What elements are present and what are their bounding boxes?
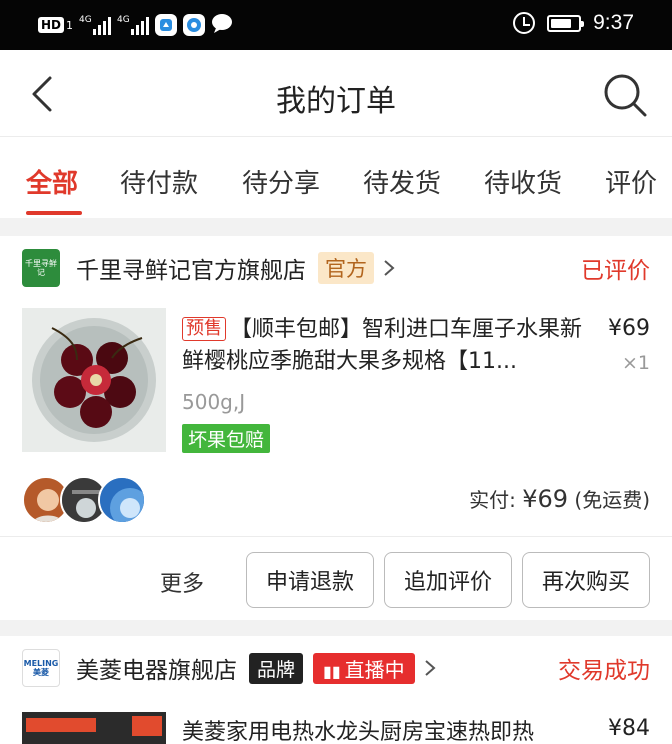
chat-bubble-icon <box>211 13 233 37</box>
shared-users[interactable] <box>22 476 162 524</box>
store-name[interactable]: 美菱电器旗舰店 <box>76 651 237 685</box>
paid-summary: 实付: ¥69 (免运费) <box>469 485 650 513</box>
avatar <box>98 476 146 524</box>
product-title[interactable]: 预售 【顺丰包邮】智利进口车厘子水果新鲜樱桃应季脆甜大果多规格【11... <box>182 314 582 378</box>
tab-review[interactable]: 评价 <box>605 163 657 200</box>
presale-badge: 预售 <box>182 317 226 341</box>
store-logo: 千里寻鲜记 <box>22 249 60 287</box>
chevron-right-icon[interactable] <box>423 658 437 678</box>
divider <box>0 536 672 537</box>
signal-icon: 4G <box>117 15 150 35</box>
tab-pending-receipt[interactable]: 待收货 <box>484 163 562 200</box>
product-price: ¥84 <box>608 716 650 741</box>
store-row[interactable]: 千里寻鲜记 千里寻鲜记官方旗舰店 官方 已评价 <box>22 248 650 288</box>
store-row[interactable]: MELING 美菱 美菱电器旗舰店 品牌 ▮▮ 直播中 交易成功 <box>22 648 650 688</box>
paid-amount: ¥69 <box>522 485 569 513</box>
hd-icon: HD <box>38 17 65 33</box>
browser-icon <box>183 14 206 36</box>
order-status: 交易成功 <box>558 658 650 684</box>
order-tabs: 全部 待付款 待分享 待发货 待收货 评价 <box>0 137 672 218</box>
tab-all[interactable]: 全部 <box>26 163 78 200</box>
add-review-button[interactable]: 追加评价 <box>384 552 512 608</box>
product-quantity: ×1 <box>621 352 650 374</box>
app-icon <box>155 14 178 36</box>
more-button[interactable]: 更多 <box>160 566 204 598</box>
order-status: 已评价 <box>581 258 650 284</box>
nav-header: 我的订单 <box>0 50 672 137</box>
chevron-right-icon[interactable] <box>382 258 396 278</box>
store-name[interactable]: 千里寻鲜记官方旗舰店 <box>76 251 306 285</box>
search-icon[interactable] <box>602 72 648 118</box>
signal-icon: 4G <box>79 15 112 35</box>
store-logo: MELING 美菱 <box>22 649 60 687</box>
page-title: 我的订单 <box>276 84 396 119</box>
tab-pending-shipment[interactable]: 待发货 <box>363 163 441 200</box>
tab-pending-payment[interactable]: 待付款 <box>120 163 198 200</box>
buy-again-button[interactable]: 再次购买 <box>522 552 650 608</box>
refund-button[interactable]: 申请退款 <box>246 552 374 608</box>
live-tag[interactable]: ▮▮ 直播中 <box>313 652 415 684</box>
brand-tag: 品牌 <box>249 652 304 684</box>
clock: 9:37 <box>593 11 634 34</box>
product-image[interactable] <box>22 308 166 452</box>
alarm-icon <box>513 12 536 34</box>
battery-icon <box>547 14 585 32</box>
order-card[interactable]: 千里寻鲜记 千里寻鲜记官方旗舰店 官方 已评价 预售 【顺丰包邮】智利进口车厘子水… <box>0 236 672 620</box>
tab-pending-share[interactable]: 待分享 <box>242 163 320 200</box>
status-bar: HD 1 4G 4G 9:37 <box>0 0 672 50</box>
sim-indicator: 1 <box>66 18 74 32</box>
order-card[interactable]: MELING 美菱 美菱电器旗舰店 品牌 ▮▮ 直播中 交易成功 美菱家用电热水龙… <box>0 636 672 744</box>
active-tab-indicator <box>26 211 82 215</box>
official-tag: 官方 <box>318 252 374 284</box>
product-image[interactable] <box>22 712 166 744</box>
product-price: ¥69 <box>608 316 650 341</box>
product-spec: 500g,J <box>182 390 246 414</box>
product-info[interactable]: 预售 【顺丰包邮】智利进口车厘子水果新鲜樱桃应季脆甜大果多规格【11... 500… <box>182 314 582 453</box>
product-title[interactable]: 美菱家用电热水龙头厨房宝速热即热 <box>182 714 534 744</box>
live-bars-icon: ▮▮ <box>323 661 341 681</box>
guarantee-badge: 坏果包赔 <box>182 424 271 453</box>
